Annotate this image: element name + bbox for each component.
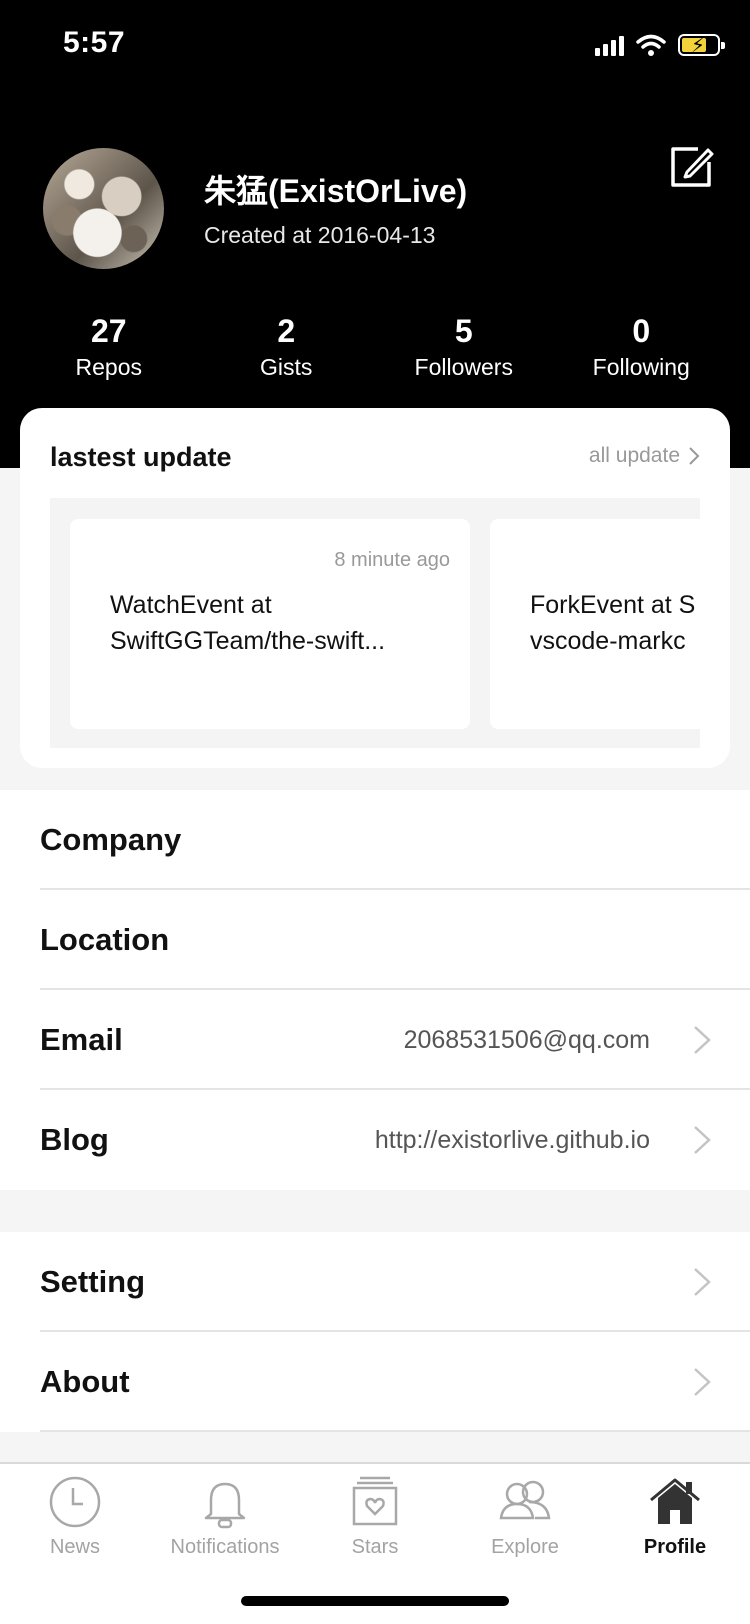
row-location[interactable]: Location: [0, 890, 750, 990]
home-icon: [650, 1478, 700, 1524]
people-icon: [499, 1480, 551, 1520]
home-indicator: [241, 1596, 509, 1606]
stat-label: Followers: [414, 354, 513, 380]
tab-notifications[interactable]: Notifications: [150, 1474, 300, 1559]
clock-icon: [49, 1476, 101, 1528]
event-text: ForkEvent at S vscode-markc: [530, 591, 696, 655]
signal-icon: [595, 34, 624, 56]
edit-profile-icon[interactable]: [668, 144, 714, 190]
profile-stats: 27 Repos 2 Gists 5 Followers 0 Following: [20, 312, 730, 384]
update-carousel[interactable]: 8 minute ago WatchEvent at SwiftGGTeam/t…: [50, 498, 700, 748]
row-email[interactable]: Email 2068531506@qq.com: [0, 990, 750, 1090]
status-icons: ⚡: [595, 30, 725, 60]
status-time: 5:57: [63, 26, 126, 59]
tab-profile[interactable]: Profile: [600, 1474, 750, 1559]
status-bar: 5:57 ⚡: [0, 0, 750, 92]
tab-label: Explore: [491, 1536, 559, 1558]
bell-icon: [204, 1482, 246, 1529]
tab-explore[interactable]: Explore: [450, 1474, 600, 1559]
latest-update-title: lastest update: [50, 442, 232, 472]
wifi-icon: [636, 34, 666, 56]
row-label: Company: [40, 822, 182, 857]
all-update-label: all update: [588, 444, 680, 467]
chevron-right-icon: [694, 1368, 711, 1396]
chevron-right-icon: [689, 447, 700, 465]
chevron-right-icon: [694, 1026, 711, 1054]
row-about[interactable]: About: [0, 1332, 750, 1432]
row-company[interactable]: Company: [0, 790, 750, 890]
tab-label: Notifications: [170, 1536, 280, 1558]
divider: [40, 1430, 750, 1432]
tab-label: News: [49, 1536, 100, 1558]
profile-name: 朱猛(ExistOrLive): [204, 173, 468, 209]
stat-value: 2: [277, 313, 296, 349]
chevron-right-icon: [694, 1268, 711, 1296]
row-label: Blog: [40, 1122, 109, 1157]
chevron-right-icon: [694, 1126, 711, 1154]
tab-news[interactable]: News: [0, 1474, 150, 1559]
profile-header: 5:57 ⚡ 朱猛(ExistOrLive) Created at 2016-0…: [0, 0, 750, 468]
stat-followers[interactable]: 5 Followers: [375, 312, 553, 384]
row-label: About: [40, 1364, 130, 1399]
stat-following[interactable]: 0 Following: [553, 312, 731, 384]
event-card[interactable]: ForkEvent at S vscode-markc: [490, 519, 700, 729]
stat-label: Gists: [260, 354, 313, 380]
row-label: Email: [40, 1022, 123, 1057]
stat-label: Repos: [75, 354, 142, 380]
all-update-link[interactable]: all update: [589, 444, 700, 468]
tab-label: Stars: [351, 1536, 399, 1558]
tab-label: Profile: [643, 1536, 707, 1558]
stat-value: 0: [632, 313, 651, 349]
tab-stars[interactable]: Stars: [300, 1474, 450, 1559]
stat-repos[interactable]: 27 Repos: [20, 312, 198, 384]
latest-update-card: lastest update all update 8 minute ago W…: [20, 408, 730, 768]
stat-value: 5: [454, 313, 473, 349]
row-label: Setting: [40, 1264, 146, 1299]
event-card[interactable]: 8 minute ago WatchEvent at SwiftGGTeam/t…: [70, 519, 470, 729]
blog-value: http://existorlive.github.io: [374, 1126, 650, 1154]
row-blog[interactable]: Blog http://existorlive.github.io: [0, 1090, 750, 1190]
event-time: 8 minute ago: [334, 549, 450, 571]
row-setting[interactable]: Setting: [0, 1232, 750, 1332]
avatar[interactable]: [43, 148, 164, 269]
event-text: WatchEvent at SwiftGGTeam/the-swift...: [110, 591, 386, 655]
profile-info-list: Company Location Email 2068531506@qq.com…: [0, 790, 750, 1190]
created-date: Created at 2016-04-13: [204, 222, 436, 248]
row-label: Location: [40, 922, 170, 957]
settings-list: Setting About: [0, 1232, 750, 1432]
stat-gists[interactable]: 2 Gists: [198, 312, 376, 384]
stat-label: Following: [592, 354, 690, 380]
stat-value: 27: [90, 313, 127, 349]
email-value: 2068531506@qq.com: [403, 1026, 650, 1054]
battery-icon: ⚡: [678, 34, 725, 57]
stars-box-icon: [352, 1476, 398, 1526]
